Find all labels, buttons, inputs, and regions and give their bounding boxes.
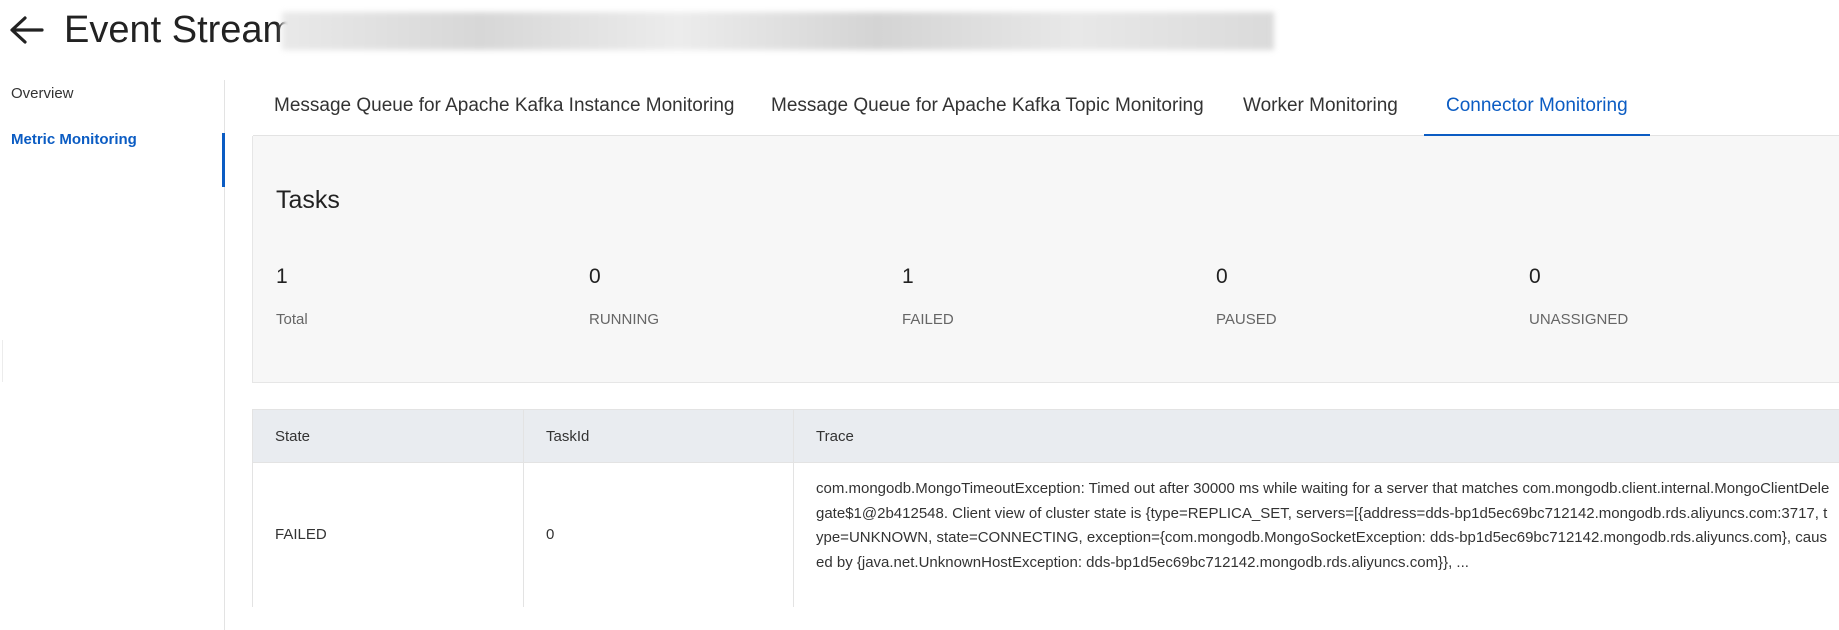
stat-value: 0 [589, 265, 601, 288]
page-title: Event Stream [64, 9, 295, 51]
stat-label: PAUSED [1216, 311, 1277, 328]
tab-worker-monitoring[interactable]: Worker Monitoring [1243, 85, 1398, 136]
stat-label: RUNNING [589, 311, 659, 328]
stat-running: 0 RUNNING [589, 265, 659, 328]
cell-trace: com.mongodb.MongoTimeoutException: Timed… [793, 463, 1839, 607]
monitoring-tabs: Message Queue for Apache Kafka Instance … [253, 85, 1839, 136]
tasks-panel: Tasks 1 Total 0 RUNNING 1 FAILED 0 PAUSE… [252, 136, 1839, 383]
stat-failed: 1 FAILED [902, 265, 954, 328]
table-row: FAILED 0 com.mongodb.MongoTimeoutExcepti… [253, 463, 1839, 607]
table-header: State TaskId Trace [253, 410, 1839, 463]
tab-kafka-instance-monitoring[interactable]: Message Queue for Apache Kafka Instance … [274, 85, 735, 136]
sidebar-active-indicator [222, 133, 225, 187]
page-header: Event Stream [0, 0, 1839, 62]
sidebar-item-metric-monitoring[interactable]: Metric Monitoring [11, 131, 137, 148]
column-header-state: State [275, 428, 311, 445]
sidebar-item-overview[interactable]: Overview [11, 85, 74, 102]
sidebar: Overview Metric Monitoring [0, 80, 225, 630]
stat-label: UNASSIGNED [1529, 311, 1629, 328]
left-edge-handle [0, 340, 3, 382]
stat-value: 0 [1529, 265, 1541, 288]
cell-state: FAILED [275, 526, 327, 543]
stat-value: 1 [276, 265, 288, 288]
tab-kafka-topic-monitoring[interactable]: Message Queue for Apache Kafka Topic Mon… [771, 85, 1204, 136]
stat-total: 1 Total [276, 265, 308, 328]
tasks-title: Tasks [276, 186, 340, 214]
stat-label: FAILED [902, 311, 954, 328]
arrow-left-icon[interactable] [8, 14, 44, 46]
stat-unassigned: 0 UNASSIGNED [1529, 265, 1628, 328]
stat-value: 0 [1216, 265, 1228, 288]
tasks-table: State TaskId Trace FAILED 0 com.mongodb.… [252, 409, 1839, 607]
stat-paused: 0 PAUSED [1216, 265, 1277, 328]
column-header-trace: Trace [793, 410, 1839, 463]
tab-connector-monitoring[interactable]: Connector Monitoring [1424, 85, 1650, 136]
redacted-connector-name [282, 12, 1274, 50]
cell-taskid: 0 [523, 463, 793, 607]
stat-value: 1 [902, 265, 914, 288]
column-header-taskid: TaskId [523, 410, 793, 463]
stat-label: Total [276, 311, 308, 328]
